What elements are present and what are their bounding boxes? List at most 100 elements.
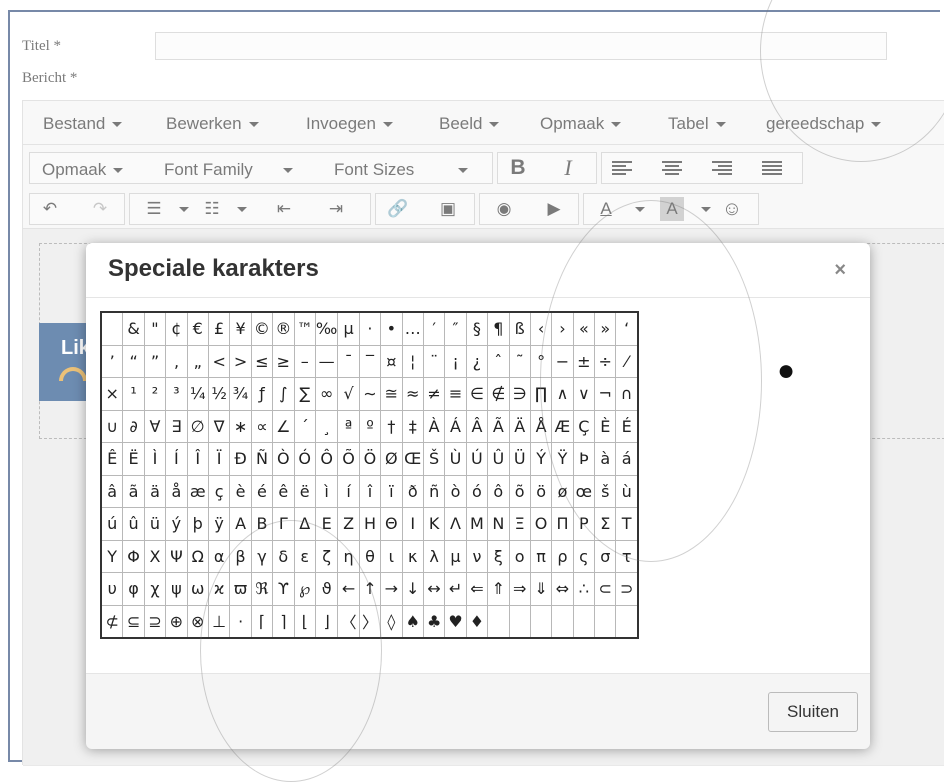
- character-cell[interactable]: †: [380, 409, 403, 443]
- character-cell[interactable]: ⋅: [229, 604, 252, 639]
- character-cell[interactable]: ™: [293, 311, 316, 346]
- character-cell[interactable]: •: [380, 311, 403, 346]
- character-cell[interactable]: î: [358, 474, 382, 508]
- character-cell[interactable]: Ψ: [165, 539, 188, 573]
- character-cell[interactable]: ²: [143, 377, 167, 411]
- character-cell[interactable]: Ö: [358, 442, 382, 476]
- character-cell[interactable]: û: [122, 507, 145, 541]
- character-cell[interactable]: α: [207, 539, 231, 573]
- character-cell[interactable]: ⊃: [615, 572, 639, 606]
- character-cell[interactable]: √: [337, 377, 360, 411]
- character-cell[interactable]: ¶: [487, 311, 510, 346]
- character-cell[interactable]: ∝: [250, 409, 274, 443]
- character-cell[interactable]: ∞: [314, 377, 339, 411]
- character-cell[interactable]: ¼: [186, 377, 209, 411]
- character-cell[interactable]: À: [422, 409, 446, 443]
- character-cell[interactable]: Ð: [229, 442, 252, 476]
- character-cell[interactable]: ∼: [358, 377, 382, 411]
- character-cell[interactable]: Ä: [508, 409, 531, 443]
- character-cell[interactable]: ¬: [594, 377, 617, 411]
- character-cell[interactable]: õ: [508, 474, 531, 508]
- character-cell[interactable]: í: [337, 474, 360, 508]
- character-cell[interactable]: »: [594, 311, 617, 346]
- character-cell[interactable]: ∇: [207, 409, 231, 443]
- character-cell[interactable]: ¦: [401, 344, 424, 378]
- character-cell[interactable]: Β: [250, 507, 274, 541]
- character-cell[interactable]: ∪: [100, 409, 124, 443]
- character-cell[interactable]: ≈: [401, 377, 424, 411]
- character-cell[interactable]: Ý: [529, 442, 553, 476]
- character-cell[interactable]: χ: [143, 572, 167, 606]
- character-cell[interactable]: Π: [551, 507, 574, 541]
- character-cell[interactable]: Ξ: [508, 507, 531, 541]
- character-cell[interactable]: ⇒: [508, 572, 531, 606]
- character-cell[interactable]: ª: [337, 409, 360, 443]
- character-cell[interactable]: ä: [143, 474, 167, 508]
- character-cell[interactable]: ≥: [272, 344, 295, 378]
- character-cell[interactable]: …: [401, 311, 424, 346]
- character-cell[interactable]: ς: [572, 539, 596, 573]
- character-cell[interactable]: &: [122, 311, 145, 346]
- character-cell[interactable]: ♣: [422, 604, 446, 639]
- character-cell[interactable]: Õ: [337, 442, 360, 476]
- character-cell[interactable]: ϰ: [207, 572, 231, 606]
- character-cell[interactable]: ϑ: [314, 572, 339, 606]
- character-cell[interactable]: ♦: [465, 604, 489, 639]
- character-cell[interactable]: ρ: [551, 539, 574, 573]
- character-cell[interactable]: È: [594, 409, 617, 443]
- character-cell[interactable]: ½: [207, 377, 231, 411]
- character-cell[interactable]: ⊄: [100, 604, 124, 639]
- character-cell[interactable]: §: [465, 311, 489, 346]
- character-cell[interactable]: ⌉: [272, 604, 295, 639]
- character-cell[interactable]: á: [615, 442, 639, 476]
- character-cell[interactable]: °: [529, 344, 553, 378]
- character-cell[interactable]: ϖ: [229, 572, 252, 606]
- character-cell[interactable]: −: [551, 344, 574, 378]
- character-cell[interactable]: “: [122, 344, 145, 378]
- character-cell[interactable]: ×: [100, 377, 124, 411]
- character-cell[interactable]: ý: [165, 507, 188, 541]
- character-cell[interactable]: Ù: [444, 442, 467, 476]
- character-cell[interactable]: Û: [487, 442, 510, 476]
- character-cell[interactable]: ↔: [422, 572, 446, 606]
- character-cell[interactable]: ö: [529, 474, 553, 508]
- character-cell[interactable]: ì: [314, 474, 339, 508]
- character-cell[interactable]: Ζ: [337, 507, 360, 541]
- character-cell[interactable]: ñ: [422, 474, 446, 508]
- character-cell[interactable]: ¡: [444, 344, 467, 378]
- character-cell[interactable]: œ: [572, 474, 596, 508]
- character-cell[interactable]: ↵: [444, 572, 467, 606]
- character-cell[interactable]: Á: [444, 409, 467, 443]
- character-cell[interactable]: ϒ: [272, 572, 295, 606]
- character-cell[interactable]: ÿ: [207, 507, 231, 541]
- character-cell[interactable]: Â: [465, 409, 489, 443]
- character-cell[interactable]: ♥: [444, 604, 467, 639]
- character-cell[interactable]: ∅: [186, 409, 209, 443]
- character-cell[interactable]: ←: [337, 572, 360, 606]
- character-cell[interactable]: Ι: [401, 507, 424, 541]
- character-cell[interactable]: ∩: [615, 377, 639, 411]
- character-cell[interactable]: ◊: [380, 604, 403, 639]
- character-cell[interactable]: >: [229, 344, 252, 378]
- character-cell[interactable]: ò: [444, 474, 467, 508]
- character-cell[interactable]: ⌋: [314, 604, 339, 639]
- character-cell[interactable]: Μ: [465, 507, 489, 541]
- character-cell[interactable]: Ν: [487, 507, 510, 541]
- character-cell[interactable]: τ: [615, 539, 639, 573]
- character-cell[interactable]: Ρ: [572, 507, 596, 541]
- character-cell[interactable]: ®: [272, 311, 295, 346]
- character-cell[interactable]: ": [143, 311, 167, 346]
- character-cell[interactable]: ⊂: [594, 572, 617, 606]
- character-cell[interactable]: β: [229, 539, 252, 573]
- character-cell[interactable]: ∋: [508, 377, 531, 411]
- character-cell[interactable]: ’: [100, 344, 124, 378]
- character-cell[interactable]: ↓: [401, 572, 424, 606]
- character-cell[interactable]: š: [594, 474, 617, 508]
- character-cell[interactable]: ƒ: [250, 377, 274, 411]
- character-cell[interactable]: ‹: [529, 311, 553, 346]
- close-button[interactable]: Sluiten: [768, 692, 858, 732]
- character-cell[interactable]: ¯: [337, 344, 360, 378]
- character-cell[interactable]: ⇓: [529, 572, 553, 606]
- character-cell[interactable]: ó: [465, 474, 489, 508]
- character-cell[interactable]: ⌊: [293, 604, 316, 639]
